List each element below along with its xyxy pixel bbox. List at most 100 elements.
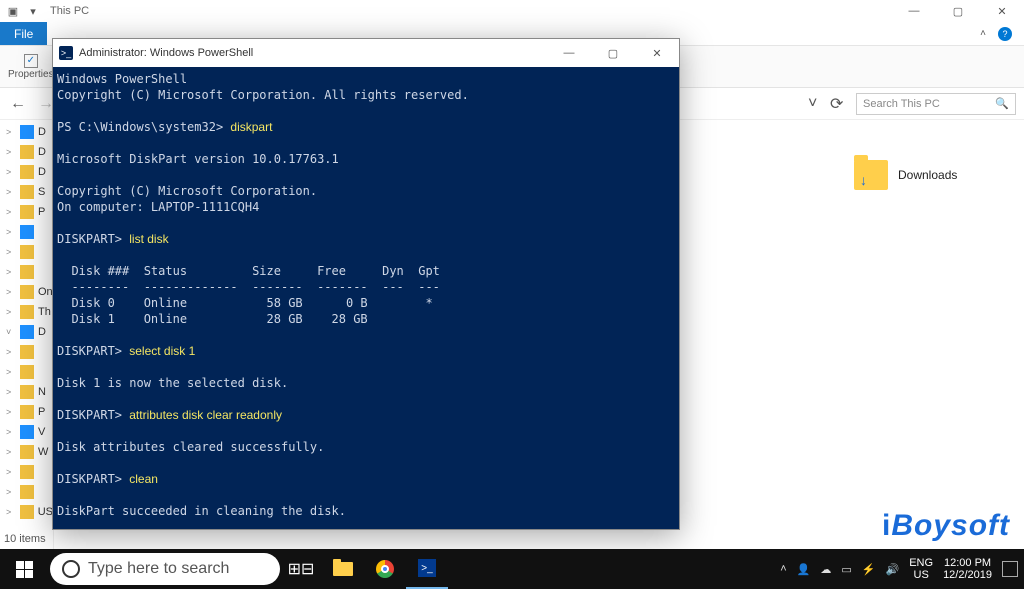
tray-network-icon[interactable]: ⚡ — [862, 563, 876, 576]
nav-item[interactable]: >N — [0, 382, 53, 402]
nav-item[interactable]: ˅D — [0, 322, 53, 342]
powershell-window[interactable]: >_ Administrator: Windows PowerShell — ▢… — [52, 38, 680, 530]
folder-icon — [20, 205, 34, 219]
nav-item[interactable]: >W — [0, 442, 53, 462]
folder-icon — [20, 485, 34, 499]
nav-item[interactable]: > — [0, 262, 53, 282]
chevron-icon: > — [6, 427, 16, 437]
folder-icon — [20, 345, 34, 359]
navigation-pane[interactable]: >D>D>D>S>P>>>>On>Th˅D>>>N>P>V>W>>>US — [0, 120, 54, 549]
nav-item[interactable]: > — [0, 482, 53, 502]
tray-onedrive-icon[interactable]: ☁ — [820, 563, 831, 576]
chevron-icon: > — [6, 247, 16, 257]
nav-item[interactable]: >P — [0, 402, 53, 422]
nav-item[interactable]: >D — [0, 162, 53, 182]
ribbon-chevron-icon[interactable]: ˄ — [980, 28, 986, 39]
tray-chevron-icon[interactable]: ˄ — [780, 563, 786, 575]
tray-battery-icon[interactable]: ▭ — [841, 563, 851, 576]
nav-item[interactable]: >US — [0, 502, 53, 522]
folder-icon — [20, 285, 34, 299]
nav-label: V — [38, 426, 45, 438]
refresh-icon[interactable]: ⟳ — [830, 94, 848, 114]
task-view-button[interactable]: ⊞⊟ — [280, 549, 322, 589]
tray-people-icon[interactable]: 👤 — [797, 563, 811, 576]
nav-item[interactable]: >Th — [0, 302, 53, 322]
nav-item[interactable]: > — [0, 242, 53, 262]
taskbar-explorer[interactable] — [322, 549, 364, 589]
nav-item[interactable]: >D — [0, 122, 53, 142]
tray-volume-icon[interactable]: 🔊 — [886, 563, 900, 576]
chevron-icon: > — [6, 167, 16, 177]
nav-label: D — [38, 326, 46, 338]
explorer-titlebar[interactable]: ▣ ▾ This PC — ▢ ✕ — [0, 0, 1024, 22]
nav-label: W — [38, 446, 48, 458]
tray-clock[interactable]: 12:00 PM 12/2/2019 — [943, 557, 992, 581]
action-center-icon[interactable] — [1002, 561, 1018, 577]
pc-icon: ▣ — [6, 4, 20, 18]
powershell-taskbar-icon — [418, 559, 436, 577]
search-placeholder: Search This PC — [863, 98, 940, 110]
taskbar-search-placeholder: Type here to search — [88, 560, 229, 578]
chevron-icon: > — [6, 147, 16, 157]
nav-label: On — [38, 286, 53, 298]
chevron-icon: > — [6, 307, 16, 317]
nav-label: D — [38, 126, 46, 138]
folder-icon — [20, 465, 34, 479]
chevron-icon: > — [6, 407, 16, 417]
nav-item[interactable]: >D — [0, 142, 53, 162]
folder-label: Downloads — [898, 168, 957, 182]
folder-icon — [20, 425, 34, 439]
ps-close-button[interactable]: ✕ — [635, 42, 679, 64]
nav-item[interactable]: > — [0, 222, 53, 242]
nav-item[interactable]: >V — [0, 422, 53, 442]
taskbar-powershell[interactable] — [406, 549, 448, 589]
tray-language[interactable]: ENG US — [909, 557, 933, 581]
chevron-icon: ˅ — [6, 327, 16, 337]
chevron-icon: > — [6, 367, 16, 377]
nav-label: D — [38, 146, 46, 158]
powershell-terminal[interactable]: Windows PowerShell Copyright (C) Microso… — [53, 67, 679, 529]
address-dropdown-icon[interactable]: ˅ — [808, 95, 822, 113]
start-button[interactable] — [0, 549, 48, 589]
folder-icon — [20, 385, 34, 399]
taskbar-search[interactable]: Type here to search — [50, 553, 280, 585]
downloads-folder[interactable]: ↓ Downloads — [854, 160, 957, 190]
ps-minimize-button[interactable]: — — [547, 42, 591, 64]
minimize-button[interactable]: — — [892, 0, 936, 22]
maximize-button[interactable]: ▢ — [936, 0, 980, 22]
close-button[interactable]: ✕ — [980, 0, 1024, 22]
powershell-titlebar[interactable]: >_ Administrator: Windows PowerShell — ▢… — [53, 39, 679, 67]
qat-icon[interactable]: ▾ — [26, 4, 40, 18]
nav-label: US — [38, 506, 53, 518]
chrome-icon — [376, 560, 394, 578]
chevron-icon: > — [6, 487, 16, 497]
folder-icon — [20, 365, 34, 379]
folder-icon — [20, 185, 34, 199]
taskbar-chrome[interactable] — [364, 549, 406, 589]
folder-icon: ↓ — [854, 160, 888, 190]
search-input[interactable]: Search This PC 🔍 — [856, 93, 1016, 115]
nav-item[interactable]: > — [0, 342, 53, 362]
checkbox-icon — [24, 54, 38, 68]
folder-icon — [20, 265, 34, 279]
nav-item[interactable]: > — [0, 362, 53, 382]
status-item-count: 10 items — [4, 533, 46, 545]
folder-icon — [20, 405, 34, 419]
ribbon-properties[interactable]: Properties — [8, 54, 54, 80]
watermark-logo: iBoysoft — [882, 511, 1010, 541]
nav-item[interactable]: > — [0, 462, 53, 482]
chevron-icon: > — [6, 267, 16, 277]
chevron-icon: > — [6, 227, 16, 237]
folder-icon — [20, 145, 34, 159]
nav-item[interactable]: >P — [0, 202, 53, 222]
folder-icon — [20, 125, 34, 139]
ps-maximize-button[interactable]: ▢ — [591, 42, 635, 64]
nav-item[interactable]: >S — [0, 182, 53, 202]
file-tab[interactable]: File — [0, 22, 47, 45]
nav-item[interactable]: >On — [0, 282, 53, 302]
back-button[interactable]: ← — [8, 94, 28, 114]
chevron-icon: > — [6, 447, 16, 457]
nav-label: D — [38, 166, 46, 178]
help-icon[interactable]: ? — [998, 27, 1012, 41]
ribbon-label: Properties — [8, 69, 54, 80]
